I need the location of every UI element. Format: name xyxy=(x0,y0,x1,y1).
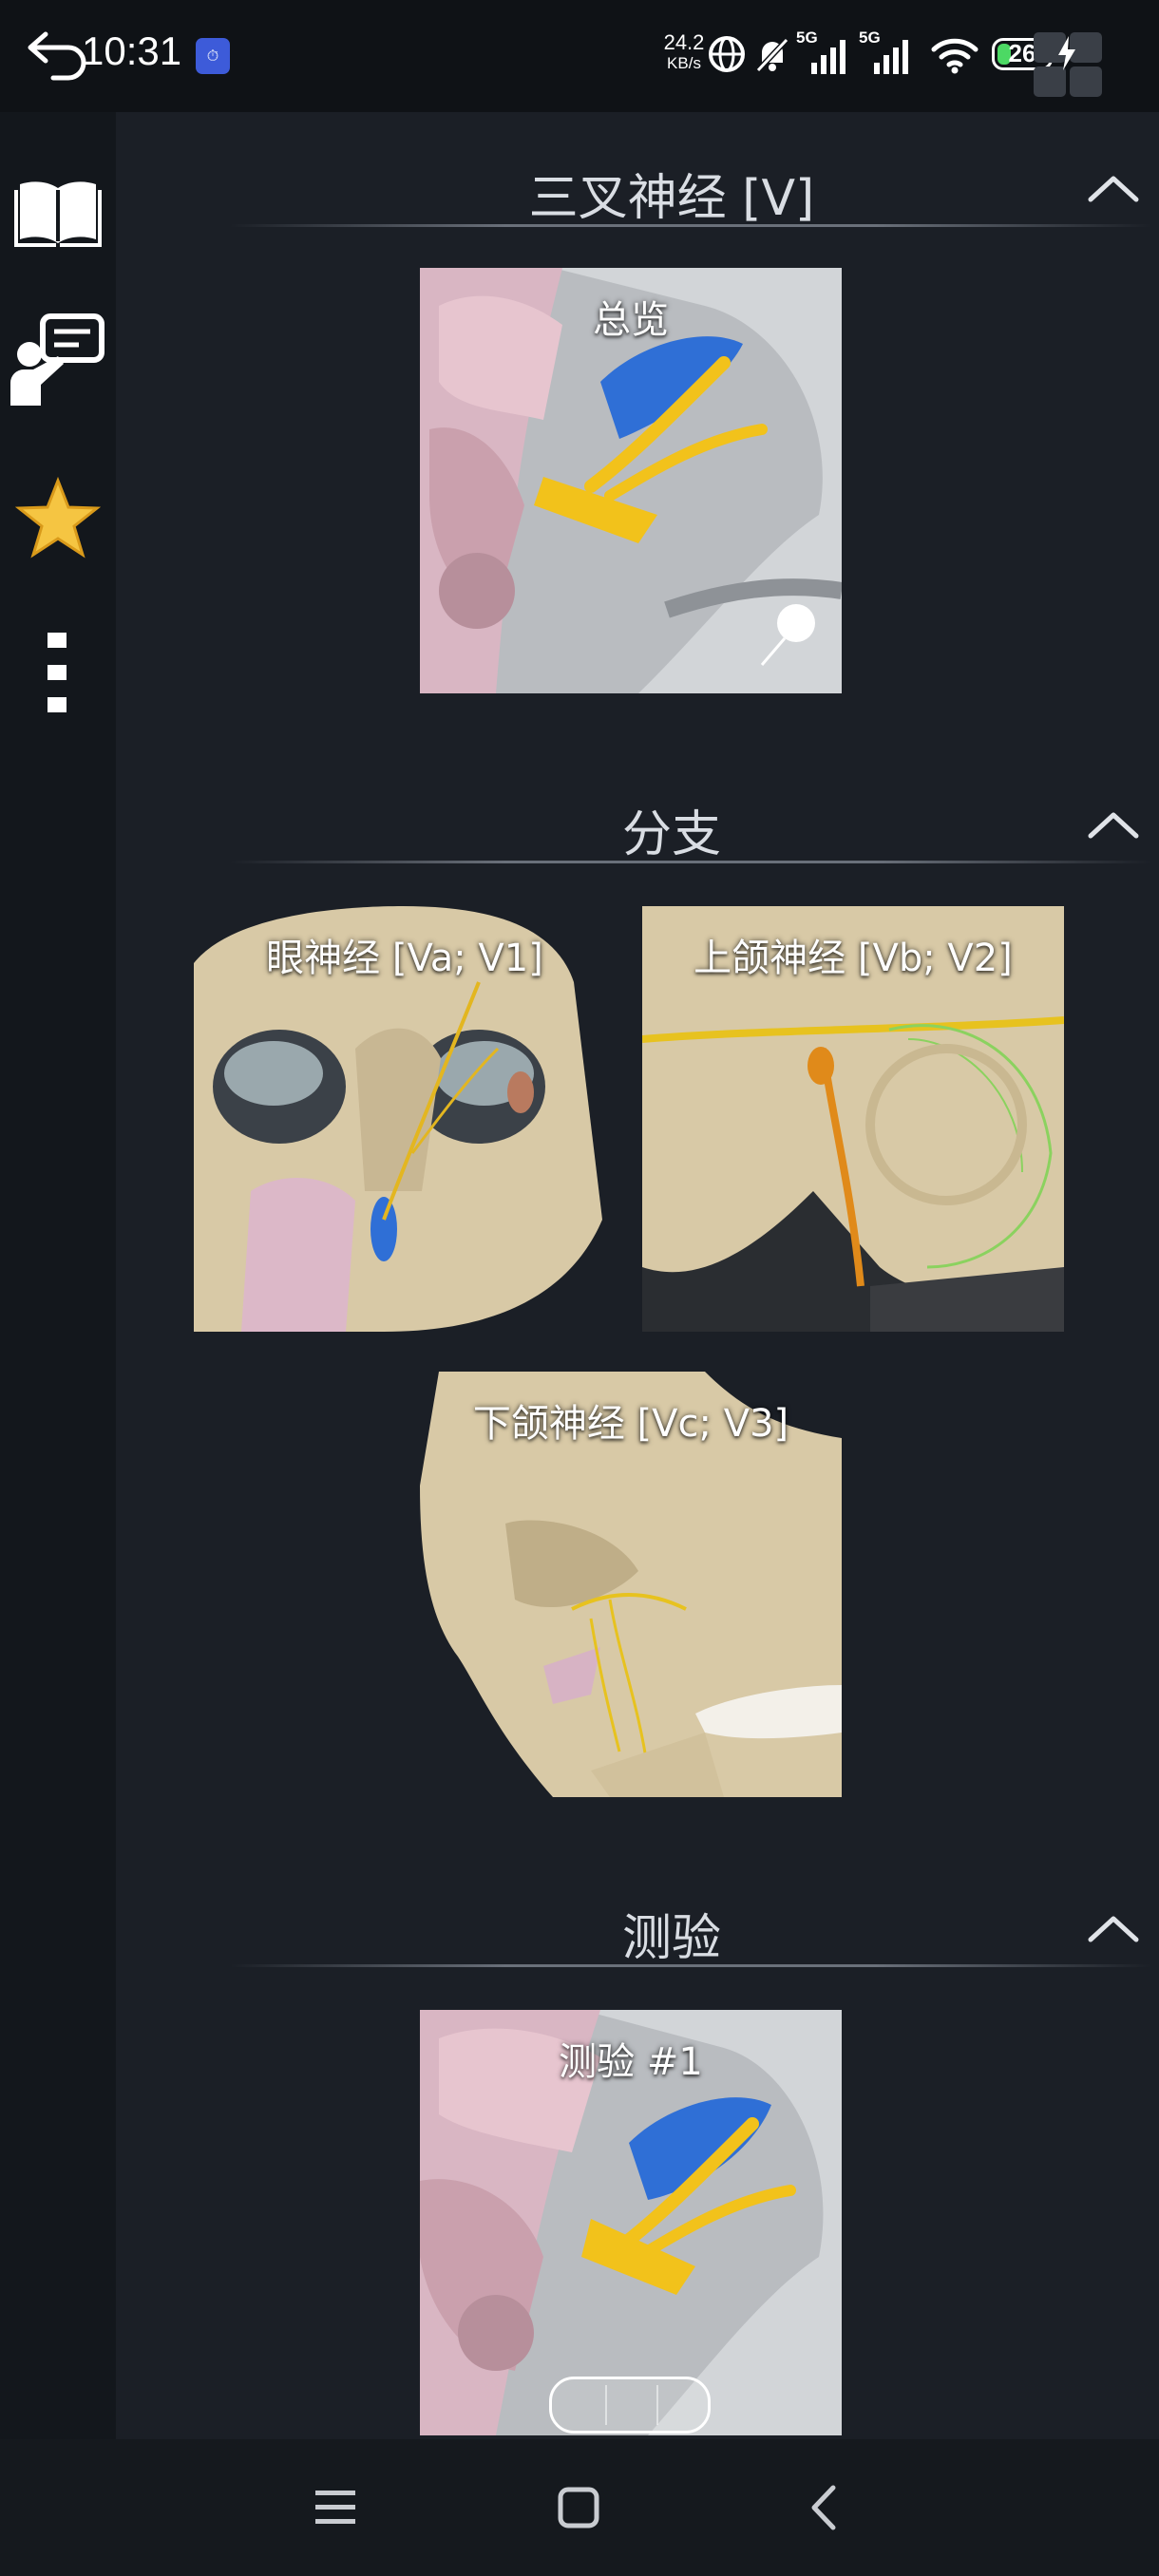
tile-mandibular-nerve[interactable]: 下颌神经 [Vc; V3] xyxy=(420,1372,842,1797)
section-header-quiz[interactable]: 测验 xyxy=(192,1871,1151,1985)
clock: 10:31 xyxy=(82,28,182,73)
nav-home-button[interactable] xyxy=(545,2477,612,2538)
section-title: 分支 xyxy=(621,806,721,863)
sidebar-item-more[interactable] xyxy=(0,612,116,735)
sidebar-item-favorites[interactable] xyxy=(0,456,116,579)
nav-back-button[interactable] xyxy=(790,2477,857,2538)
charging-icon xyxy=(1058,36,1075,70)
chevron-left-icon xyxy=(811,2485,836,2530)
signal-bars-icon xyxy=(874,40,908,74)
tile-ophthalmic-nerve[interactable]: 眼神经 [Va; V1] xyxy=(194,906,616,1332)
divider xyxy=(230,861,1151,863)
section-header-branches[interactable]: 分支 xyxy=(192,767,1151,881)
tile-label: 上颌神经 [Vb; V2] xyxy=(694,937,1013,980)
system-navigation-bar xyxy=(0,2439,1159,2576)
chevron-up-icon[interactable] xyxy=(1085,171,1142,209)
page-indicator[interactable] xyxy=(549,2377,711,2434)
divider xyxy=(230,224,1151,227)
chevron-up-icon[interactable] xyxy=(1085,1911,1142,1949)
wifi-icon xyxy=(931,38,978,74)
book-icon xyxy=(14,181,102,247)
tile-label: 总览 xyxy=(593,298,669,342)
section-title: 测验 xyxy=(621,1910,721,1967)
tile-label: 测验 #1 xyxy=(559,2040,703,2084)
status-bar: 10:31 ⏱ 24.2 KB/s 5G 5G 26 xyxy=(0,0,1159,112)
network-speed: 24.2 KB/s xyxy=(663,30,705,73)
home-icon xyxy=(558,2487,599,2529)
tile-overview[interactable]: 总览 xyxy=(420,268,842,693)
tile-label: 眼神经 [Va; V1] xyxy=(266,937,543,980)
section-header-trigeminal[interactable]: 三叉神经 [V] xyxy=(192,131,1151,245)
content-area: 三叉神经 [V] 总览 分支 眼神经 [Va; V1] 上颌神经 [Vb; V2… xyxy=(116,112,1159,2439)
tile-label: 下颌神经 [Vc; V3] xyxy=(472,1402,789,1446)
presenter-icon xyxy=(10,313,104,406)
divider xyxy=(230,1964,1151,1967)
globe-icon xyxy=(709,36,745,72)
signal-2: 5G xyxy=(859,28,912,76)
tile-maxillary-nerve[interactable]: 上颌神经 [Vb; V2] xyxy=(642,906,1064,1332)
nav-menu-button[interactable] xyxy=(302,2477,369,2538)
signal-1: 5G xyxy=(796,28,849,76)
more-vertical-icon xyxy=(48,633,66,712)
bell-muted-icon xyxy=(755,37,789,73)
notification-app-icon: ⏱ xyxy=(196,38,230,74)
sidebar-item-book[interactable] xyxy=(0,150,116,274)
star-icon xyxy=(15,477,101,559)
sidebar-item-presentation[interactable] xyxy=(0,298,116,422)
menu-icon xyxy=(315,2491,355,2524)
signal-bars-icon xyxy=(811,40,846,74)
section-title: 三叉神经 [V] xyxy=(528,170,815,227)
tile-quiz-1[interactable]: 测验 #1 xyxy=(420,2010,842,2435)
chevron-up-icon[interactable] xyxy=(1085,807,1142,845)
sidebar xyxy=(0,112,116,2439)
